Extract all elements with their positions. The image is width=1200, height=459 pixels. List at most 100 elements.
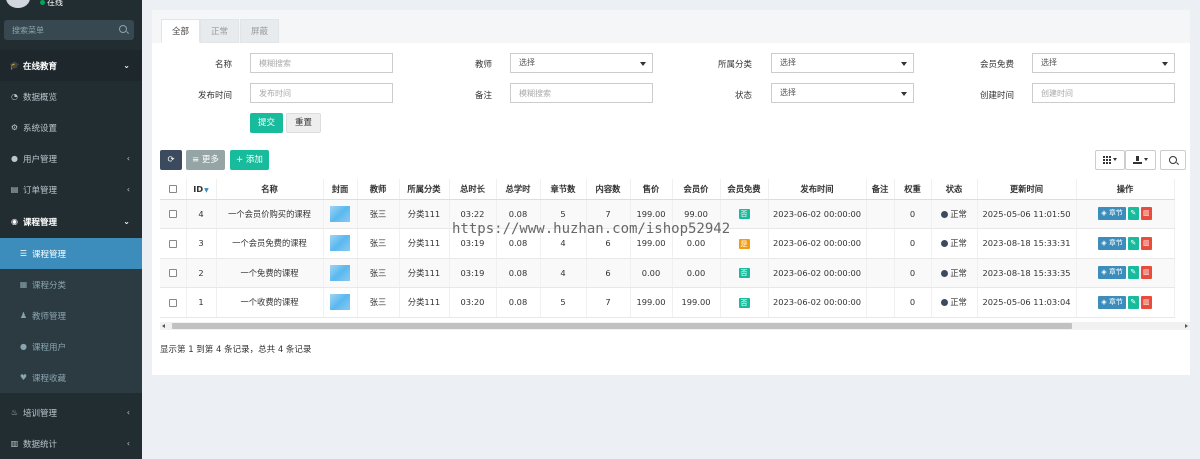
column-header[interactable]: 会员免费 <box>720 179 769 200</box>
status-dot-icon <box>941 299 949 307</box>
sidebar-item-teacher-management[interactable]: ♟ 教师管理 <box>0 300 142 331</box>
row-checkbox[interactable] <box>168 269 177 278</box>
filter-teacher-label: 教师 <box>474 60 492 70</box>
edit-button[interactable]: ✎ <box>1127 295 1139 309</box>
search-toggle-button[interactable] <box>1160 150 1186 170</box>
sidebar-item-statistics[interactable]: ▥ 数据统计 ‹ <box>0 428 142 459</box>
tab-all[interactable]: 全部 <box>161 19 201 43</box>
trash-icon: ▥ <box>1143 238 1150 247</box>
submit-button[interactable]: 提交 <box>250 113 284 133</box>
delete-button[interactable]: ▥ <box>1140 207 1152 221</box>
sidebar-item-course-management[interactable]: ☰ 课程管理 <box>0 238 142 269</box>
sidebar-item-course-category[interactable]: ▦ 课程分类 <box>0 269 142 300</box>
filter-status-select[interactable]: 选择 <box>771 83 914 103</box>
cell-category: 分类111 <box>399 199 450 229</box>
scroll-left-icon[interactable] <box>162 324 165 328</box>
column-header[interactable]: 总时长 <box>449 179 497 200</box>
chapter-button[interactable]: ◈ 章节 <box>1098 266 1126 280</box>
column-header[interactable]: 会员价 <box>672 179 721 200</box>
horizontal-scrollbar[interactable] <box>160 322 1190 330</box>
column-header[interactable]: 教师 <box>357 179 400 200</box>
sidebar-header-online-edu[interactable]: 🎓 在线教育 ⌄ <box>0 50 142 81</box>
row-checkbox-cell[interactable] <box>160 287 187 318</box>
column-header[interactable]: 章节数 <box>540 179 587 200</box>
cell-teacher: 张三 <box>357 228 400 259</box>
column-header[interactable]: ID▼ <box>186 179 217 200</box>
edit-button[interactable]: ✎ <box>1127 266 1139 280</box>
column-header[interactable]: 更新时间 <box>977 179 1077 200</box>
filter-name-input[interactable] <box>250 53 393 73</box>
sidebar-item-course-management-group[interactable]: ◉ 课程管理 ⌄ <box>0 206 142 237</box>
tab-blocked[interactable]: 屏蔽 <box>240 19 280 43</box>
column-header[interactable]: 发布时间 <box>768 179 867 200</box>
scroll-right-icon[interactable] <box>1185 324 1188 328</box>
sidebar-item-system-settings[interactable]: ⚙ 系统设置 <box>0 112 142 143</box>
chapter-button[interactable]: ◈ 章节 <box>1098 207 1126 221</box>
cover-image[interactable] <box>330 264 350 281</box>
sidebar-search <box>4 20 134 40</box>
row-checkbox-cell[interactable] <box>160 199 187 229</box>
cell-remark <box>866 258 895 288</box>
filter-category-select[interactable]: 选择 <box>771 53 914 73</box>
filter-create-time-input[interactable] <box>1032 83 1175 103</box>
column-header[interactable]: 售价 <box>630 179 673 200</box>
scrollbar-thumb[interactable] <box>172 323 1072 329</box>
chapter-button[interactable]: ◈ 章节 <box>1098 295 1126 309</box>
reset-button[interactable]: 重置 <box>286 113 322 133</box>
cover-image[interactable] <box>330 205 350 222</box>
export-button[interactable] <box>1125 150 1156 170</box>
row-checkbox[interactable] <box>168 210 177 219</box>
sidebar-item-user-management[interactable]: ● 用户管理 ‹ <box>0 143 142 174</box>
search-icon[interactable] <box>119 25 127 33</box>
column-header[interactable]: 权重 <box>894 179 932 200</box>
filter-category-label: 所属分类 <box>717 60 752 70</box>
online-status-text: 在线 <box>47 0 63 7</box>
row-checkbox-cell[interactable] <box>160 258 187 288</box>
delete-button[interactable]: ▥ <box>1140 295 1152 309</box>
cell-actions: ◈ 章节 ✎ ▥ <box>1076 287 1175 318</box>
column-header[interactable]: 封面 <box>323 179 358 200</box>
sidebar-item-course-users[interactable]: ● 课程用户 <box>0 331 142 362</box>
column-header[interactable]: 状态 <box>931 179 978 200</box>
filter-teacher-select[interactable]: 选择 <box>510 53 653 73</box>
member-free-badge[interactable]: 否 <box>738 297 750 308</box>
status-dot-icon <box>941 240 949 248</box>
edit-button[interactable]: ✎ <box>1127 236 1139 250</box>
cell-hours: 0.08 <box>496 287 541 318</box>
delete-button[interactable]: ▥ <box>1140 236 1152 250</box>
cover-image[interactable] <box>330 235 350 252</box>
column-header[interactable]: 总学时 <box>496 179 541 200</box>
refresh-button[interactable]: ⟳ <box>160 150 182 170</box>
sidebar-item-training-management[interactable]: ♨ 培训管理 ‹ <box>0 397 142 428</box>
row-checkbox[interactable] <box>168 239 177 248</box>
sidebar-search-input[interactable] <box>4 20 114 40</box>
row-checkbox-cell[interactable] <box>160 228 187 259</box>
sidebar-item-order-management[interactable]: ▤ 订单管理 ‹ <box>0 174 142 205</box>
chapter-button[interactable]: ◈ 章节 <box>1098 236 1126 250</box>
pencil-icon: ✎ <box>1130 268 1137 277</box>
columns-toggle-button[interactable] <box>1095 150 1125 170</box>
header-checkbox-cell[interactable] <box>160 179 187 200</box>
row-checkbox[interactable] <box>168 298 177 307</box>
sidebar-item-course-favorites[interactable]: ♥ 课程收藏 <box>0 362 142 393</box>
filter-remark-input[interactable] <box>510 83 653 103</box>
add-button[interactable]: + 添加 <box>230 150 269 170</box>
filter-member-free-select[interactable]: 选择 <box>1032 53 1175 73</box>
member-free-badge[interactable]: 否 <box>738 268 750 279</box>
select-all-checkbox[interactable] <box>168 185 177 194</box>
column-header[interactable]: 所属分类 <box>399 179 450 200</box>
more-button[interactable]: ≡ 更多 <box>186 150 225 170</box>
avatar[interactable] <box>6 0 30 8</box>
sidebar-item-data-overview[interactable]: ◔ 数据概览 <box>0 81 142 112</box>
column-header[interactable]: 内容数 <box>586 179 631 200</box>
cell-weight: 0 <box>894 228 932 259</box>
member-free-badge[interactable]: 是 <box>738 238 750 249</box>
delete-button[interactable]: ▥ <box>1140 266 1152 280</box>
member-free-badge[interactable]: 否 <box>738 209 750 220</box>
column-header[interactable]: 备注 <box>866 179 895 200</box>
cover-image[interactable] <box>330 294 350 311</box>
filter-publish-time-input[interactable] <box>250 83 393 103</box>
column-header[interactable]: 名称 <box>216 179 324 200</box>
tab-normal[interactable]: 正常 <box>200 19 240 43</box>
edit-button[interactable]: ✎ <box>1127 207 1139 221</box>
